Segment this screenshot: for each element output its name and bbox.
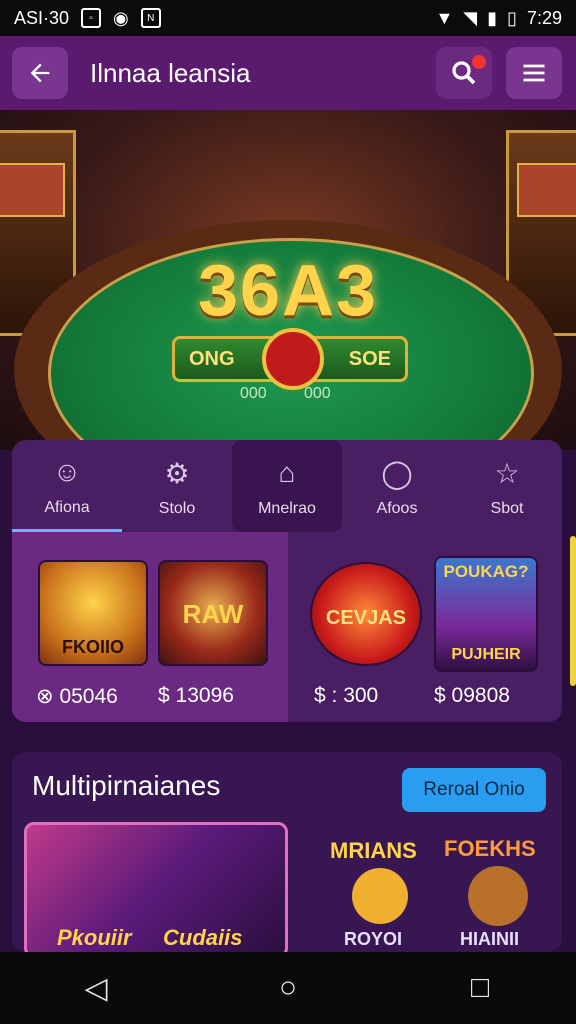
- tab-afiona[interactable]: ☺ Afiona: [12, 440, 122, 532]
- price-value: 300: [343, 684, 379, 707]
- gear-icon: ⚙: [164, 457, 190, 489]
- tab-label: Mnelrao: [258, 500, 316, 517]
- game-tile-label: FKOIIO: [62, 637, 124, 657]
- multiplayer-tile-label: ROYOI: [344, 929, 403, 949]
- tab-label: Afiona: [44, 498, 90, 516]
- section-title: Multipirnaianes: [32, 770, 221, 801]
- game-tile[interactable]: RAW: [158, 560, 268, 666]
- notification-dot: [472, 55, 486, 69]
- tab-afoos[interactable]: ◯ Afoos: [342, 440, 452, 532]
- game-tile[interactable]: POUKAG? PUJHEIR: [434, 556, 538, 672]
- felt-text-right: 000: [304, 385, 331, 402]
- tab-label: Afoos: [376, 500, 418, 517]
- price-prefix: $ :: [314, 684, 338, 707]
- home-circle-icon[interactable]: ○: [258, 971, 318, 1005]
- multiplayer-tile-top-label: FOEKHS: [444, 836, 536, 861]
- battery-icon: ▯: [507, 7, 517, 28]
- felt-text-left: 000: [240, 385, 267, 402]
- gallery-notification-icon: ▫: [81, 8, 102, 28]
- game-price: $ 09808: [434, 684, 510, 708]
- game-tile-top-label: POUKAG?: [443, 562, 529, 581]
- multiplayer-tile-label: HIAINII: [460, 929, 520, 949]
- multiplayer-tile-label: Cudaiis: [163, 925, 243, 950]
- system-nav-bar: ◁ ○ □: [0, 952, 576, 1024]
- hamburger-menu-icon: [523, 64, 545, 82]
- multiplayer-tile-top-label: MRIANS: [330, 838, 417, 863]
- house-icon: ⌂: [278, 457, 296, 488]
- game-tile[interactable]: CEVJAS: [310, 562, 422, 666]
- hero-banner[interactable]: 36A3 ONG SOE 000 000: [0, 110, 576, 450]
- vpn-icon: ▼: [435, 7, 454, 28]
- game-tile-label: CEVJAS: [325, 607, 407, 629]
- price-prefix: $: [434, 684, 446, 707]
- price-value: 09808: [451, 684, 510, 707]
- arrow-left-icon: [30, 63, 50, 83]
- tab-stolo[interactable]: ⚙ Stolo: [122, 440, 232, 532]
- hero-logo-left: ONG: [189, 347, 235, 370]
- price-value: 05046: [59, 685, 118, 708]
- category-tabs: ☺ Afiona ⚙ Stolo ⌂ Mnelrao ◯ Afoos ☆ Sbo…: [12, 440, 562, 532]
- multiplayer-action-button[interactable]: Reroal Onio: [402, 768, 546, 812]
- multiplayer-tile-large[interactable]: Pkouiir Cudaiis: [24, 822, 288, 958]
- signal-icon: ▮: [487, 7, 498, 28]
- multiplayer-tile-label: Pkouiir: [57, 925, 132, 950]
- price-prefix: ⊗: [36, 685, 54, 708]
- recents-square-icon[interactable]: □: [450, 971, 510, 1005]
- status-time: 7:29: [526, 7, 562, 28]
- game-tile-label: RAW: [182, 599, 244, 629]
- status-left-text: ASI·30: [14, 7, 70, 28]
- tab-label: Sbot: [490, 500, 524, 517]
- game-tile[interactable]: FKOIIO: [38, 560, 148, 666]
- app-bar: Ilnnaa leansia: [0, 36, 576, 110]
- app-notification-icon: N: [140, 8, 161, 28]
- tab-sbot[interactable]: ☆ Sbot: [452, 440, 562, 532]
- game-price: ⊗ 05046: [36, 684, 118, 709]
- menu-button[interactable]: [506, 47, 562, 99]
- chat-icon: ◯: [381, 457, 413, 489]
- multiplayer-tile[interactable]: MRIANS ROYOI: [330, 834, 430, 952]
- page-title: Ilnnaa leansia: [90, 57, 251, 88]
- multiplayer-tile[interactable]: FOEKHS HIAINII: [444, 832, 552, 952]
- tab-mnelrao[interactable]: ⌂ Mnelrao: [232, 440, 342, 532]
- back-triangle-icon[interactable]: ◁: [66, 971, 126, 1006]
- horizontal-scroll-indicator[interactable]: [570, 536, 576, 686]
- back-button[interactable]: [12, 47, 68, 99]
- price-value: 13096: [175, 684, 234, 707]
- star-icon: ☆: [494, 457, 520, 489]
- hero-logo-right: SOE: [348, 347, 391, 370]
- price-prefix: $: [158, 684, 170, 707]
- game-price: $ : 300: [314, 684, 378, 708]
- user-icon: ☺: [52, 455, 82, 487]
- sync-notification-icon: ◉: [113, 7, 129, 28]
- tab-label: Stolo: [158, 500, 196, 517]
- game-tile-label: PUJHEIR: [451, 646, 521, 663]
- game-price: $ 13096: [158, 684, 234, 708]
- search-button[interactable]: [436, 47, 492, 99]
- wifi-icon: ◥: [463, 7, 478, 28]
- status-bar: ASI·30 ▫ ◉ N ▼ ◥ ▮ ▯ 7:29: [0, 0, 576, 36]
- hero-logo-chip-icon: [262, 328, 324, 390]
